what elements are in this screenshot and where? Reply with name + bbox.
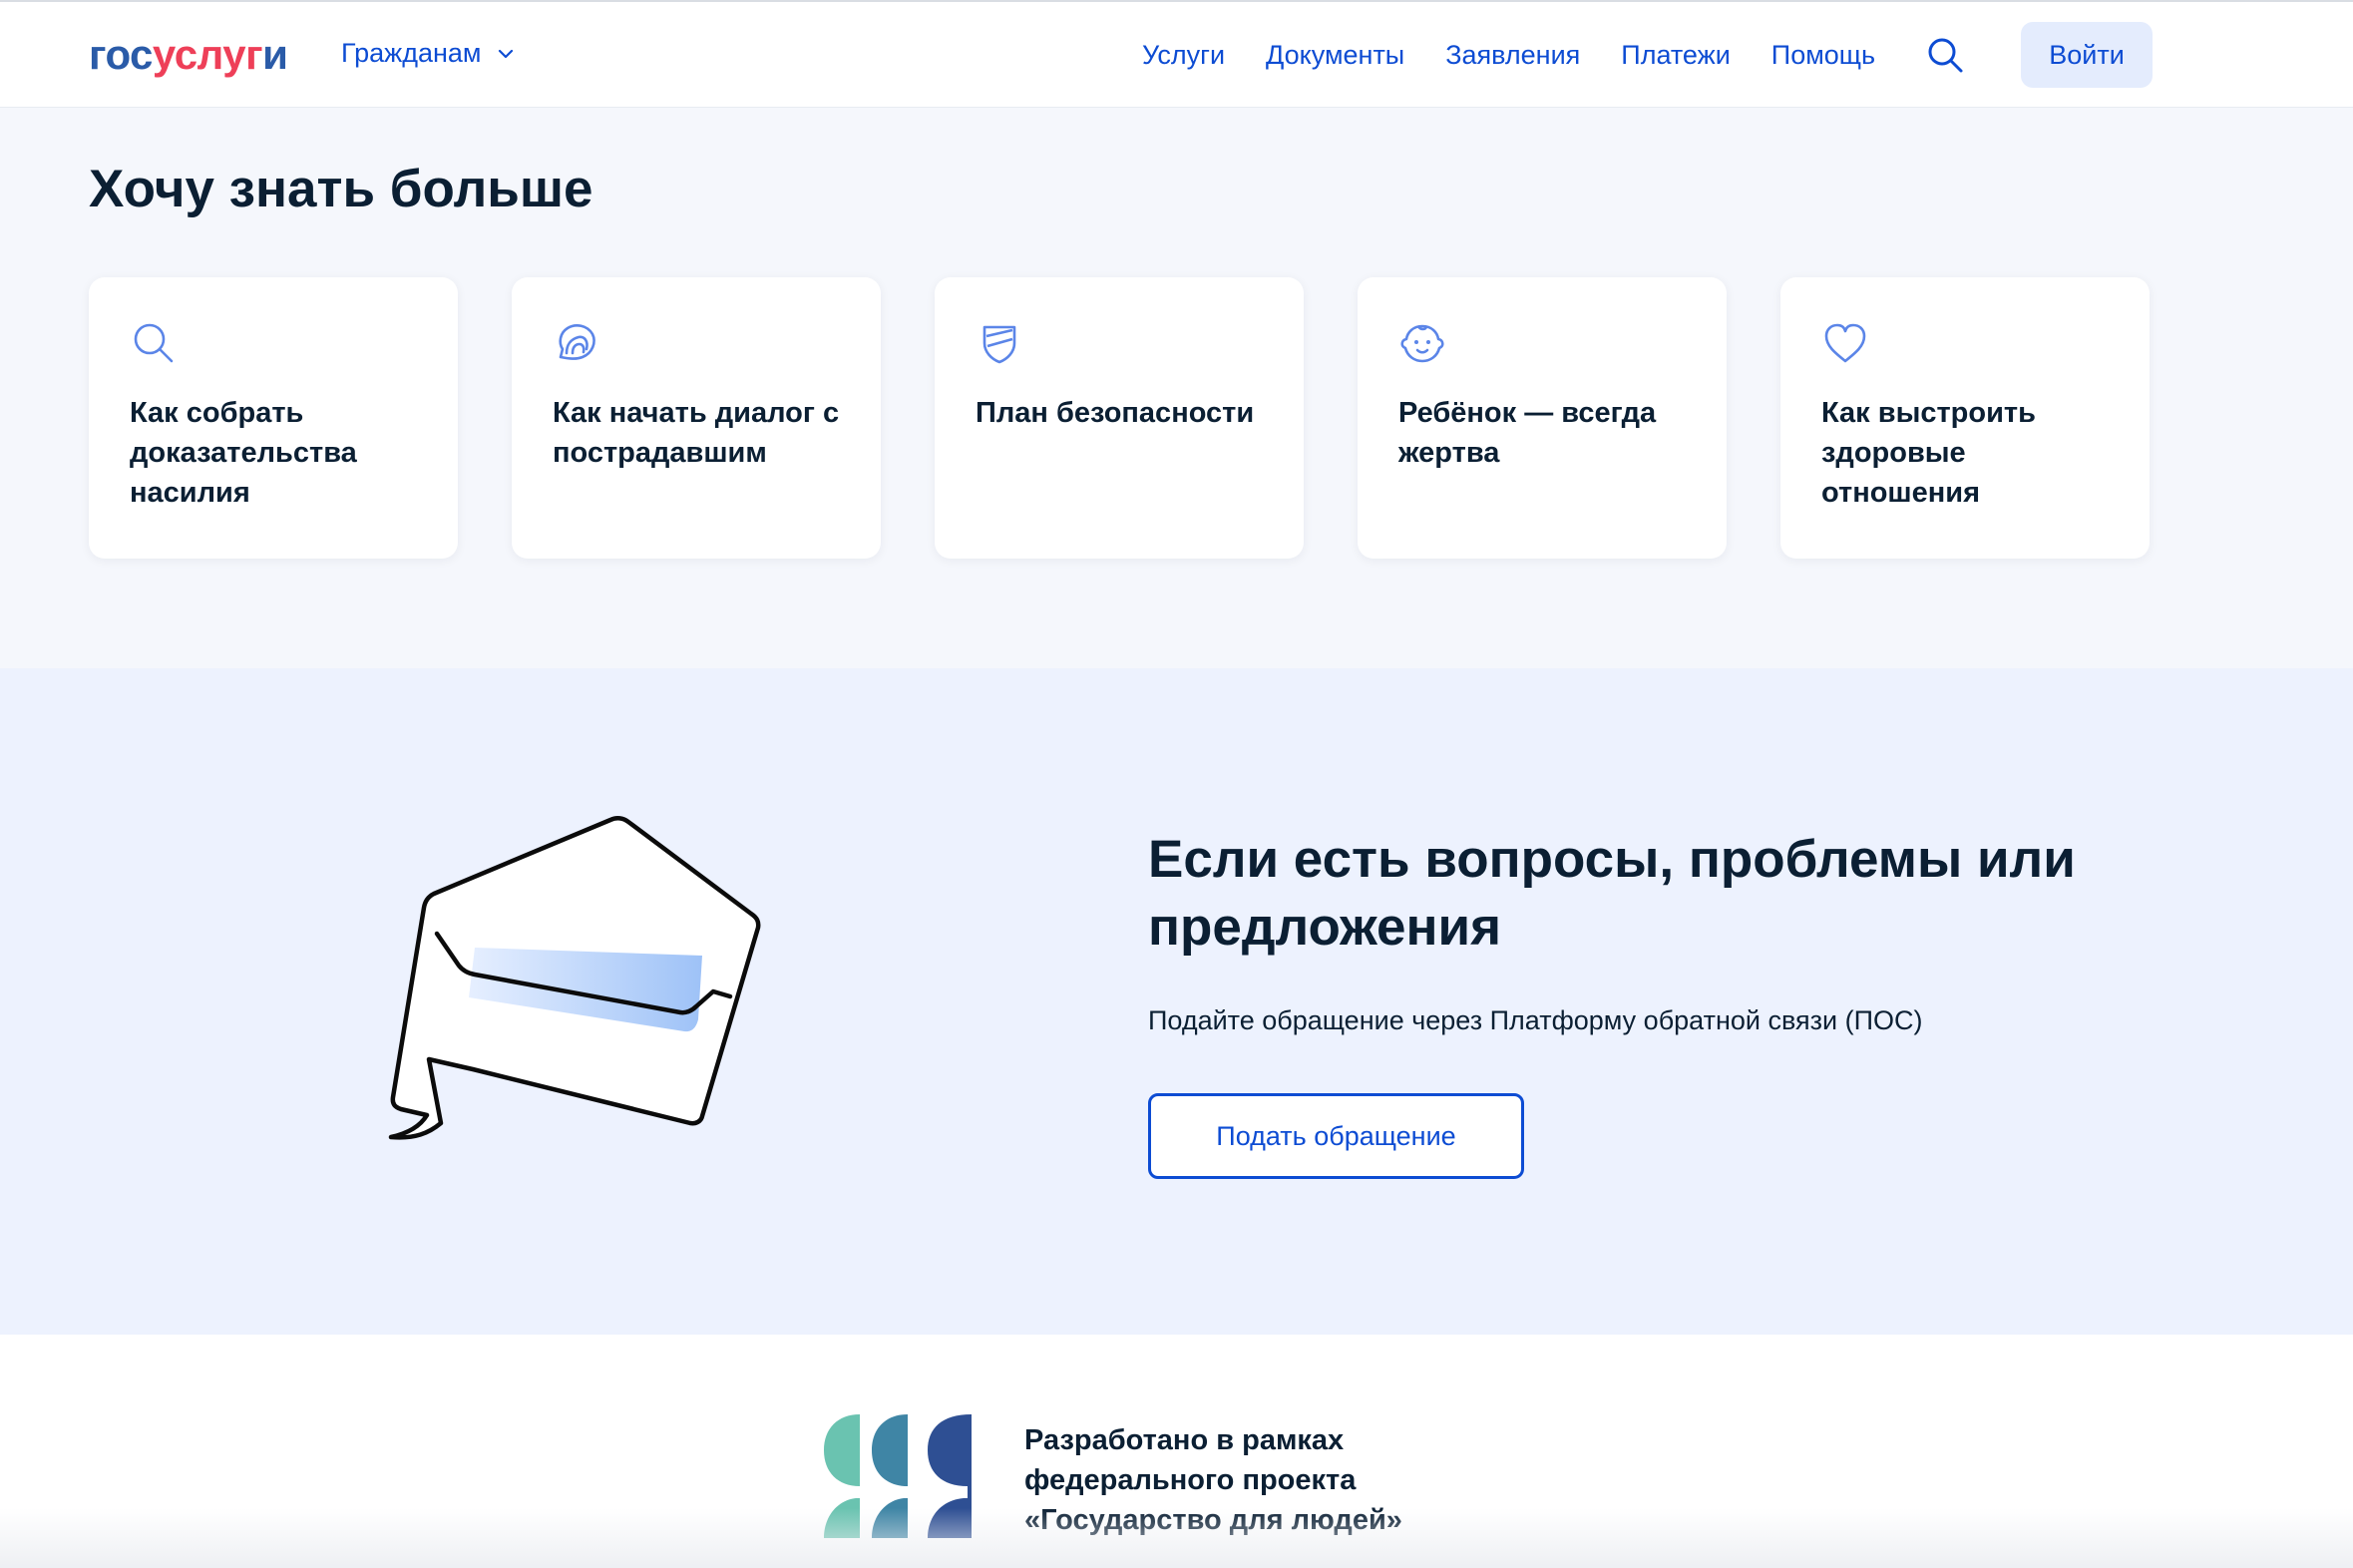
audience-label: Гражданам [341,38,482,68]
search-icon [130,319,178,367]
search-icon [1928,38,1963,73]
submit-appeal-button[interactable]: Подать обращение [1148,1093,1524,1179]
project-line: Разработано в рамках [1024,1424,1345,1456]
main-nav: Услуги Документы Заявления Платежи Помощ… [1142,38,1875,72]
feedback-title: Если есть вопросы, проблемы или предложе… [1148,830,2076,957]
logo-part-uslug: услуг [152,31,263,78]
card-label: Как собрать доказательства насилия [130,397,357,509]
info-cards: Как собрать доказательства насилия Как н… [89,277,2150,559]
login-button[interactable]: Войти [2021,22,2153,88]
section-title: Хочу знать больше [89,160,593,218]
heart-icon [1821,319,1869,367]
site-header: госуслуги Гражданам Услуги Документы Зая… [0,0,2353,108]
footer-fade [0,1508,2353,1568]
card-healthy-relationships[interactable]: Как выстроить здоровые отношения [1780,277,2150,559]
dialog-icon [553,319,600,367]
card-safety-plan[interactable]: План безопасности [935,277,1304,559]
card-child-victim[interactable]: Ребёнок — всегда жертва [1358,277,1727,559]
logo-part-gos: гос [89,31,153,78]
nav-documents[interactable]: Документы [1266,38,1404,72]
shield-icon [976,319,1023,367]
child-face-icon [1398,319,1446,367]
feedback-section: Если есть вопросы, проблемы или предложе… [0,668,2353,1335]
envelope-illustration [388,816,761,1140]
nav-payments[interactable]: Платежи [1621,38,1731,72]
chevron-down-icon [499,49,514,58]
nav-applications[interactable]: Заявления [1445,38,1580,72]
gosuslugi-logo[interactable]: госуслуги [89,31,288,78]
audience-dropdown[interactable]: Гражданам [341,38,517,69]
card-label: Как начать диалог с пострадавшим [553,397,840,469]
card-collect-evidence[interactable]: Как собрать доказательства насилия [89,277,458,559]
site-footer: Разработано в рамках федерального проект… [0,1335,2353,1568]
nav-help[interactable]: Помощь [1771,38,1875,72]
card-label: План безопасности [976,397,1255,429]
feedback-subtitle: Подайте обращение через Платформу обратн… [1148,1005,1923,1035]
project-line: федерального проекта [1024,1464,1357,1496]
card-label: Как выстроить здоровые отношения [1821,397,2036,509]
nav-services[interactable]: Услуги [1142,38,1225,72]
card-label: Ребёнок — всегда жертва [1398,397,1657,469]
more-info-section: Хочу знать больше Как собрать доказатель… [0,108,2353,668]
card-start-dialog[interactable]: Как начать диалог с пострадавшим [512,277,881,559]
logo-part-i: и [262,31,288,78]
search-button[interactable] [1925,35,1965,75]
